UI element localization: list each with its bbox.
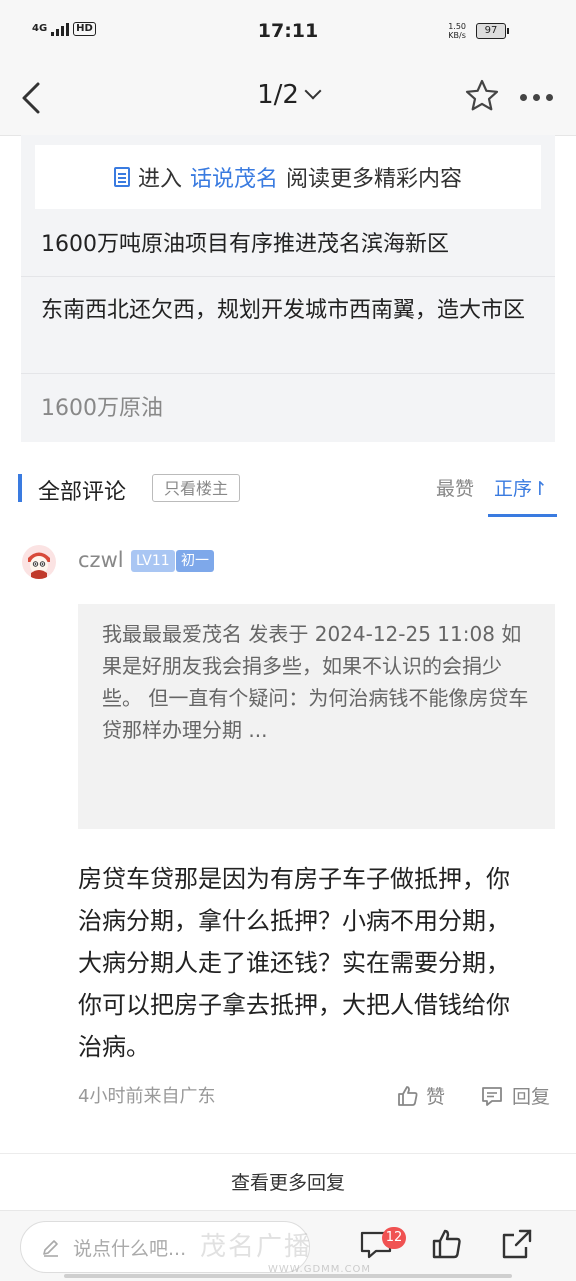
like-button[interactable]: 赞	[396, 1082, 445, 1109]
status-bar: 4G HD 17:11 1.50 KB/s 97	[0, 0, 576, 60]
speed-value: 1.50	[448, 22, 466, 31]
related-topics-card: 进入 话说茂名 阅读更多精彩内容 1600万吨原油项目有序推进茂名滨海新区 东南…	[21, 135, 555, 442]
forum-link[interactable]: 话说茂名	[190, 161, 278, 193]
site-watermark: 茂名广播	[200, 1232, 313, 1262]
username[interactable]: czwl	[78, 548, 124, 572]
star-icon	[465, 79, 499, 111]
avatar[interactable]	[22, 545, 56, 579]
chevron-down-icon	[304, 82, 322, 100]
level-badge: LV11	[131, 550, 175, 572]
comment-icon	[482, 1086, 502, 1106]
divider	[21, 276, 555, 277]
view-more-replies-button[interactable]: 查看更多回复	[0, 1168, 576, 1195]
status-right: 1.50 KB/s 97	[448, 22, 509, 40]
thumbs-up-icon	[398, 1085, 418, 1106]
divider	[21, 373, 555, 374]
like-label: 赞	[426, 1086, 446, 1108]
comments-header: 全部评论 只看楼主 最赞 正序↾	[0, 460, 576, 520]
document-icon	[113, 167, 130, 187]
sort-hot-tab[interactable]: 最赞	[436, 474, 474, 501]
comment-input-placeholder: 说点什么吧...	[73, 1237, 187, 1260]
enter-forum-banner[interactable]: 进入 话说茂名 阅读更多精彩内容	[35, 145, 541, 209]
avatar-image	[22, 545, 56, 579]
reply-button[interactable]: 回复	[480, 1082, 550, 1109]
related-item[interactable]: 1600万吨原油项目有序推进茂名滨海新区	[41, 229, 541, 260]
thumbs-up-icon[interactable]	[430, 1227, 464, 1261]
sort-order-tab[interactable]: 正序↾	[494, 474, 548, 501]
comments-title: 全部评论	[38, 480, 127, 505]
related-item[interactable]: 东南西北还欠西，规划开发城市西南翼，造大市区	[41, 295, 541, 326]
network-speed: 1.50 KB/s	[448, 22, 466, 40]
share-icon[interactable]	[500, 1227, 534, 1261]
page-indicator: 1/2	[257, 80, 299, 110]
more-options-icon[interactable]	[520, 94, 553, 101]
only-owner-button[interactable]: 只看楼主	[152, 474, 240, 502]
speed-unit: KB/s	[448, 31, 466, 40]
comment-body: 房贷车贷那是因为有房子车子做抵押，你治病分期，拿什么抵押？小病不用分期，大病分期…	[78, 865, 510, 1061]
enter-prefix: 进入	[137, 167, 182, 192]
reply-label: 回复	[512, 1086, 551, 1108]
divider	[0, 1153, 576, 1154]
related-item[interactable]: 1600万原油	[41, 393, 541, 424]
nav-bar: 1/2	[0, 60, 576, 136]
pencil-icon	[43, 1240, 58, 1257]
favorite-button[interactable]	[464, 78, 500, 114]
enter-suffix: 阅读更多精彩内容	[286, 167, 463, 192]
quoted-post[interactable]: 我最最最爱茂名 发表于 2024-12-25 11:08 如果是好朋友我会捐多些…	[78, 604, 555, 829]
comment-count-badge: 12	[382, 1227, 406, 1249]
comment-meta: 4小时前来自广东	[78, 1086, 216, 1107]
rank-badge: 初一	[176, 550, 214, 572]
home-indicator[interactable]	[64, 1274, 512, 1278]
active-tab-indicator	[488, 514, 557, 517]
battery-icon: 97	[476, 23, 509, 39]
section-accent-bar	[18, 474, 22, 502]
